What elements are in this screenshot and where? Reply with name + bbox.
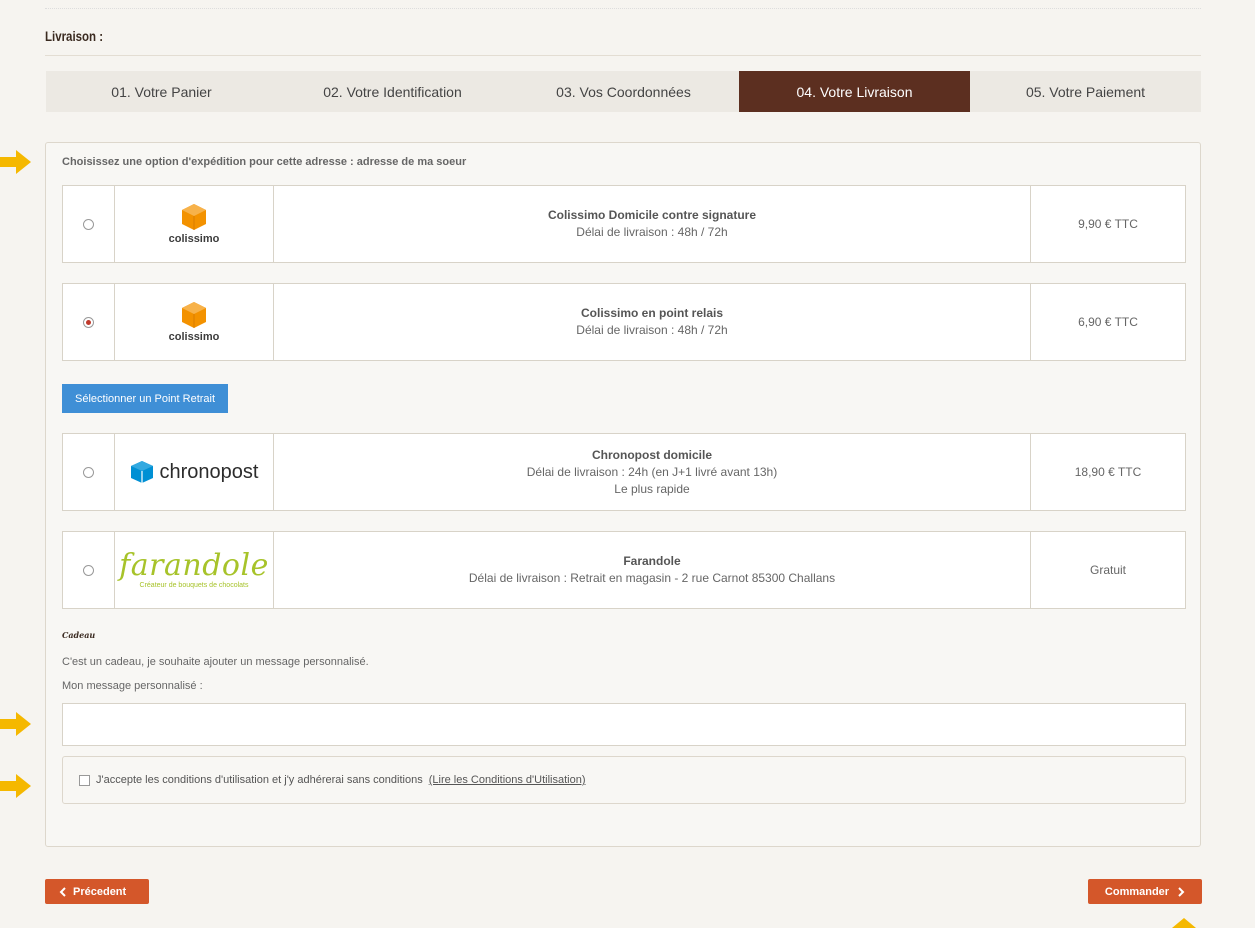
shipping-radio[interactable]: [83, 218, 94, 230]
step-panier[interactable]: 01. Votre Panier: [46, 71, 277, 112]
shipping-delay: Délai de livraison : 48h / 72h: [576, 225, 728, 239]
checkout-steps: 01. Votre Panier 02. Votre Identificatio…: [46, 71, 1201, 112]
previous-button[interactable]: Précedent: [45, 879, 149, 904]
step-livraison[interactable]: 04. Votre Livraison: [739, 71, 970, 112]
gift-title: Cadeau: [62, 630, 96, 640]
shipping-delay: Délai de livraison : 48h / 72h: [576, 323, 728, 337]
shipping-name: Chronopost domicile: [592, 447, 712, 462]
step-coordonnees[interactable]: 03. Vos Coordonnées: [508, 71, 739, 112]
gift-message-input[interactable]: [62, 703, 1186, 746]
arrow-icon: [1172, 918, 1196, 928]
shipping-extra: Le plus rapide: [614, 481, 690, 496]
section-title: Livraison :: [45, 28, 104, 44]
arrow-icon: [0, 712, 31, 736]
top-divider: [45, 8, 1201, 9]
shipping-radio-selected[interactable]: [83, 316, 94, 328]
shipping-name: Farandole: [623, 554, 681, 568]
shipping-heading: Choisissez une option d'expédition pour …: [62, 156, 467, 168]
previous-button-label: Précedent: [73, 885, 127, 898]
farandole-logo-subtitle: Créateur de bouquets de chocolats: [139, 582, 249, 589]
arrow-icon: [0, 150, 31, 174]
radio-cell: [63, 186, 115, 262]
gift-message-label: Mon message personnalisé :: [62, 680, 203, 692]
shipping-price: 9,90 € TTC: [1078, 217, 1138, 231]
terms-link[interactable]: (Lire les Conditions d'Utilisation): [429, 774, 586, 786]
shipping-radio[interactable]: [83, 466, 94, 478]
shipping-price: Gratuit: [1089, 563, 1126, 577]
chronopost-logo-text: chronopost: [159, 460, 259, 483]
shipping-name: Colissimo Domicile contre signature: [547, 208, 757, 222]
colissimo-logo: colissimo: [115, 284, 274, 360]
radio-cell: [63, 284, 115, 360]
farandole-logo: farandole Créateur de bouquets de chocol…: [115, 532, 274, 608]
radio-cell: [63, 434, 115, 510]
colissimo-logo-text: colissimo: [168, 233, 220, 245]
shipping-option-colissimo-domicile[interactable]: colissimo Colissimo Domicile contre sign…: [62, 185, 1186, 263]
colissimo-logo: colissimo: [115, 186, 274, 262]
farandole-logo-text: farandole: [119, 548, 269, 583]
order-button-label: Commander: [1104, 885, 1170, 898]
shipping-option-colissimo-relais[interactable]: colissimo Colissimo en point relais Déla…: [62, 283, 1186, 361]
gift-text: C'est un cadeau, je souhaite ajouter un …: [62, 656, 369, 668]
title-divider: [45, 55, 1201, 56]
chevron-left-icon: [59, 886, 66, 897]
shipping-price: 18,90 € TTC: [1074, 465, 1142, 479]
chronopost-box-icon: [130, 461, 153, 483]
terms-checkbox[interactable]: [79, 774, 90, 786]
select-pickup-point-button[interactable]: Sélectionner un Point Retrait: [62, 384, 229, 413]
shipping-name: Colissimo en point relais: [580, 306, 724, 320]
shipping-option-chronopost[interactable]: chronopost Chronopost domicile Délai de …: [62, 433, 1186, 511]
colissimo-box-icon: [182, 302, 206, 328]
shipping-description: Colissimo en point relais Délai de livra…: [274, 284, 1031, 360]
shipping-delay: Délai de livraison : 24h (en J+1 livré a…: [526, 464, 778, 479]
shipping-price: 6,90 € TTC: [1078, 315, 1138, 329]
colissimo-box-icon: [182, 204, 206, 230]
step-identification[interactable]: 02. Votre Identification: [277, 71, 508, 112]
shipping-description: Farandole Délai de livraison : Retrait e…: [274, 532, 1031, 608]
shipping-radio[interactable]: [83, 564, 94, 576]
radio-cell: [63, 532, 115, 608]
colissimo-logo-text: colissimo: [168, 331, 220, 343]
shipping-delay: Délai de livraison : Retrait en magasin …: [468, 571, 836, 585]
shipping-description: Colissimo Domicile contre signature Déla…: [274, 186, 1031, 262]
shipping-option-farandole[interactable]: farandole Créateur de bouquets de chocol…: [62, 531, 1186, 609]
step-paiement: 05. Votre Paiement: [1025, 83, 1146, 100]
shipping-panel: Choisissez une option d'expédition pour …: [45, 142, 1201, 847]
order-button[interactable]: Commander: [1088, 879, 1202, 904]
chevron-right-icon: [1178, 886, 1185, 897]
terms-box: J'accepte les conditions d'utilisation e…: [62, 756, 1186, 804]
shipping-description: Chronopost domicile Délai de livraison :…: [274, 434, 1031, 510]
chronopost-logo: chronopost: [115, 434, 274, 510]
terms-text: J'accepte les conditions d'utilisation e…: [96, 774, 423, 786]
arrow-icon: [0, 774, 31, 798]
